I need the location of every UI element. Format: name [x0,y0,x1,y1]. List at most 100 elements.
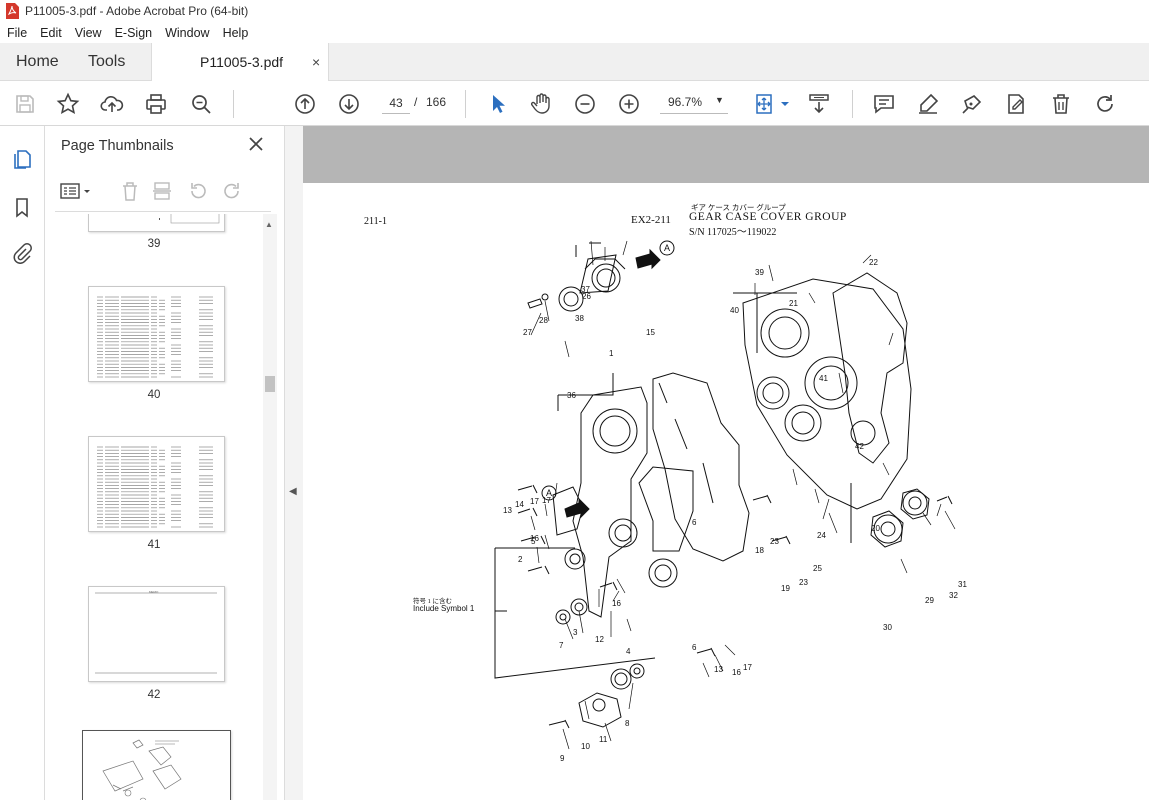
part-callout: 22 [869,258,878,267]
scroll-up-icon[interactable]: ▲ [265,220,273,229]
zoom-select[interactable]: 96.7% ▼ [660,92,728,114]
part-callout: 32 [949,591,958,600]
thumbnail-label: 40 [147,389,161,401]
part-callout: 12 [595,635,604,644]
part-callout: 2 [518,555,523,564]
part-callout: 40 [730,306,739,315]
rotate-icon[interactable] [1093,92,1117,116]
delete-icon[interactable] [1049,92,1073,116]
part-callout: 13 [714,665,723,674]
page-thumbnails-icon[interactable] [11,148,33,170]
thumbnail-label: 39 [147,238,161,250]
close-icon[interactable] [248,136,264,152]
part-callout: 9 [560,754,565,763]
tab-close-icon[interactable]: × [312,43,320,81]
collapse-panel-icon[interactable]: ◀ [289,486,297,497]
sign-icon[interactable] [960,92,984,116]
menu-edit[interactable]: Edit [33,26,68,40]
menu-window[interactable]: Window [158,26,215,40]
select-cursor-icon[interactable] [486,92,510,116]
part-callout: 16 [612,599,621,608]
part-callout: 10 [581,742,590,751]
part-callout: 23 [799,578,808,587]
part-callout: 25 [813,564,822,573]
page-separator: / [414,95,418,109]
part-callout: 27 [523,328,532,337]
toolbar-separator [233,90,234,118]
part-callout: 41 [819,374,828,383]
chevron-down-icon: ▼ [715,95,724,105]
toolbar-separator [852,90,853,118]
thumbnail-page[interactable] [88,436,225,532]
print-icon[interactable] [144,92,168,116]
edit-pdf-icon[interactable] [1004,92,1028,116]
scrollbar-thumb[interactable] [265,376,275,392]
callout-a: A [546,488,552,498]
page-number-input[interactable] [382,92,410,114]
part-callout: 11 [599,735,608,744]
left-rail [0,126,45,800]
menu-file[interactable]: File [0,26,33,40]
main-toolbar: / 166 96.7% ▼ [0,81,1149,126]
save-icon[interactable] [13,92,37,116]
menu-esign[interactable]: E-Sign [108,26,159,40]
zoom-out-icon[interactable] [573,92,597,116]
part-callout: 28 [539,316,548,325]
comment-icon[interactable] [872,92,896,116]
tab-document-label: P11005-3.pdf [200,54,284,70]
rotate-ccw-icon[interactable] [187,180,209,202]
page-total: 166 [426,95,447,109]
bookmark-icon[interactable] [11,196,33,218]
thumbnail-list: 39 40 41 MEMO 42 [45,214,263,800]
chevron-down-icon[interactable] [773,92,789,116]
part-callout: 20 [871,524,880,533]
rotate-cw-icon[interactable] [221,180,243,202]
menu-help[interactable]: Help [216,26,255,40]
upload-icon[interactable] [100,92,124,116]
part-callout: 38 [575,314,584,323]
callout-a: A [664,243,670,253]
delete-page-icon[interactable] [119,180,141,202]
panel-title: Page Thumbnails [61,138,174,154]
hand-icon[interactable] [529,92,553,116]
thumbnail-scrollbar[interactable]: ▲ [263,214,277,800]
extract-page-icon[interactable] [151,180,173,202]
highlight-icon[interactable] [916,92,940,116]
part-callout: 17 [530,497,539,506]
tab-bar: Home Tools P11005-3.pdf × [0,43,1149,82]
search-zoom-icon[interactable] [189,92,213,116]
page-down-icon[interactable] [337,92,361,116]
part-callout: 23 [770,537,779,546]
part-callout: 6 [692,518,697,527]
thumbnail-page-current[interactable] [82,730,231,800]
part-callout: 24 [817,531,826,540]
part-callout: 16 [732,668,741,677]
part-callout: 1 [609,349,614,358]
menu-view[interactable]: View [68,26,108,40]
thumbnail-page[interactable] [88,214,225,232]
scroll-mode-icon[interactable] [807,92,831,116]
window-title: P11005-3.pdf - Adobe Acrobat Pro (64-bit… [25,4,249,18]
part-callout: 17 [743,663,752,672]
acrobat-logo-icon [6,3,19,19]
thumbnail-options-icon[interactable] [59,180,93,202]
thumbnail-page[interactable] [88,286,225,382]
part-callout: 29 [925,596,934,605]
attachment-icon[interactable] [11,242,33,264]
document-view[interactable]: ◀ 211-1 EX2-211 ギア ケース カバー グループ GEAR CAS… [285,126,1149,800]
page-up-icon[interactable] [293,92,317,116]
part-callout: 18 [755,546,764,555]
part-callout: 6 [692,643,697,652]
tab-tools[interactable]: Tools [88,43,125,81]
tab-document[interactable]: P11005-3.pdf × [151,43,329,82]
thumbnail-page[interactable]: MEMO [88,586,225,682]
part-callout: 21 [789,299,798,308]
panel-toolbar [55,174,271,212]
part-callout: 36 [567,391,576,400]
thumbnail-label: 42 [147,689,161,701]
star-icon[interactable] [56,92,80,116]
part-callout: 3 [573,628,578,637]
zoom-in-icon[interactable] [617,92,641,116]
part-callout: 16 [530,534,539,543]
tab-home[interactable]: Home [16,43,59,81]
